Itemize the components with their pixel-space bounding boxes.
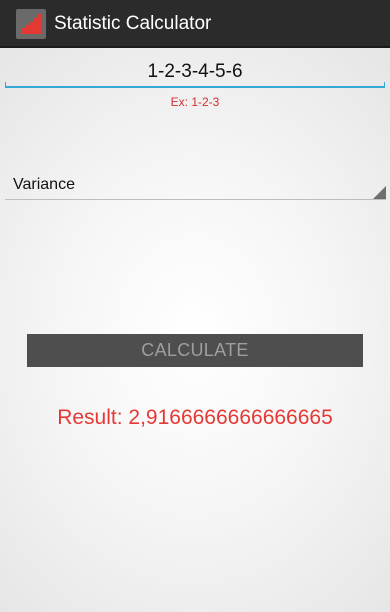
bar-chart-icon: [16, 9, 46, 39]
spinner-dropdown-icon: [373, 186, 386, 199]
calculate-button[interactable]: CALCULATE: [27, 334, 363, 367]
statistic-type-spinner[interactable]: Variance: [5, 172, 386, 200]
input-hint: Ex: 1-2-3: [170, 95, 220, 109]
numbers-input[interactable]: [5, 58, 385, 88]
action-bar: Statistic Calculator: [0, 0, 390, 48]
result-text: Result: 2,9166666666666665: [57, 406, 333, 429]
app-title: Statistic Calculator: [54, 13, 212, 34]
spinner-selected-value: Variance: [13, 176, 75, 193]
input-edge-right: [384, 82, 385, 88]
input-edge-left: [5, 82, 6, 88]
